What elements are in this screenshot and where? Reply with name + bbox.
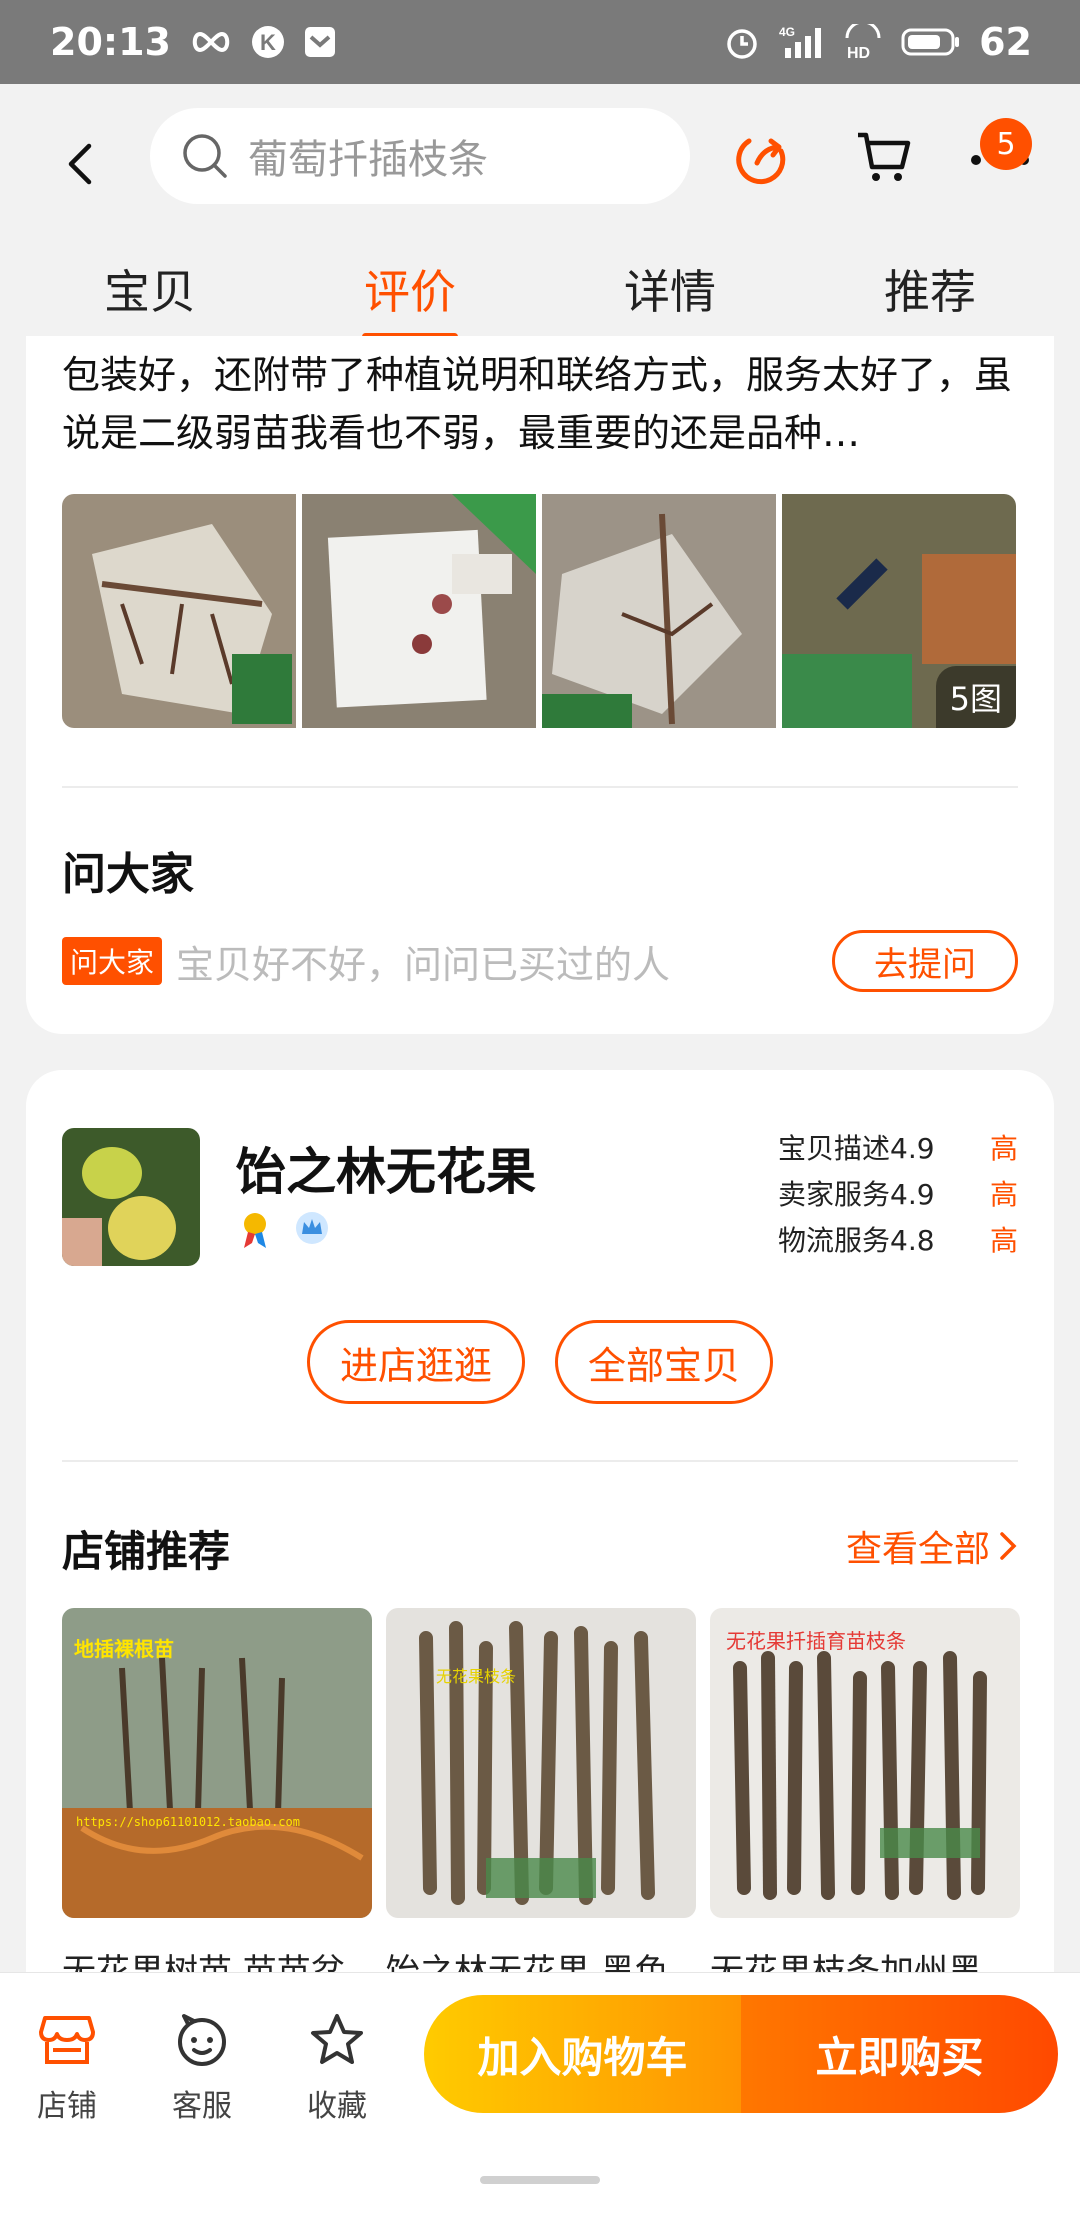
score-row: 卖家服务4.9 高 xyxy=(778,1172,1018,1218)
review-photos: 5图 xyxy=(62,494,1016,728)
customer-service-button[interactable]: 客服 xyxy=(157,2009,247,2125)
hd-icon: HD xyxy=(843,24,883,60)
shop-badges xyxy=(238,1210,330,1250)
tab-xiangqing[interactable]: 详情 xyxy=(594,246,746,332)
search-icon xyxy=(183,134,227,178)
score-label: 卖家服务 xyxy=(778,1178,891,1211)
score-level: 高 xyxy=(989,1132,1018,1165)
ask-hint[interactable]: 宝贝好不好，问问已买过的人 xyxy=(176,934,670,989)
review-photo[interactable]: 5图 xyxy=(782,494,1016,728)
store-button[interactable]: 店铺 xyxy=(22,2009,112,2125)
battery-level: 62 xyxy=(979,20,1032,64)
review-photo[interactable] xyxy=(302,494,536,728)
divider xyxy=(62,1460,1018,1462)
status-right: 4G HD 62 xyxy=(723,20,1032,64)
score-value: 4.9 xyxy=(890,1132,935,1165)
svg-text:K: K xyxy=(260,30,276,55)
view-all-link[interactable]: 查看全部 xyxy=(846,1520,1018,1572)
service-icon xyxy=(157,2009,247,2071)
shop-scores: 宝贝描述4.9 高 卖家服务4.9 高 物流服务4.8 高 xyxy=(778,1126,1018,1264)
store-icon xyxy=(22,2009,112,2071)
star-icon xyxy=(292,2009,382,2071)
shop-buttons: 进店逛逛 全部宝贝 xyxy=(26,1320,1054,1404)
score-value: 4.8 xyxy=(890,1224,935,1257)
cart-icon[interactable] xyxy=(848,122,918,192)
tab-tuijian[interactable]: 推荐 xyxy=(854,246,1006,332)
ask-question-button[interactable]: 去提问 xyxy=(832,930,1018,992)
ask-row: 问大家 宝贝好不好，问问已买过的人 去提问 xyxy=(62,930,1018,992)
mail-app-icon xyxy=(303,25,337,59)
status-time: 20:13 xyxy=(50,20,171,64)
recommend-list: 地插裸根苗 https://shop61101012.taobao.com 无花… xyxy=(62,1608,1020,1984)
score-value: 4.9 xyxy=(890,1178,935,1211)
recommend-item[interactable]: 无花果扦插育苗枝条 无花果枝条加州黑 xyxy=(710,1608,1020,1984)
medal-icon xyxy=(244,1213,266,1248)
score-label: 宝贝描述 xyxy=(778,1132,891,1165)
battery-icon xyxy=(901,27,961,57)
recommend-image: 地插裸根苗 https://shop61101012.taobao.com xyxy=(62,1608,372,1918)
tab-bar: 宝贝 评价 详情 推荐 xyxy=(0,234,1080,344)
svg-text:HD: HD xyxy=(847,45,870,60)
shop-card: 饴之林无花果 宝贝描述4.9 高 卖家服务4.9 高 物流服务4.8 高 进店逛… xyxy=(26,1070,1054,2000)
score-row: 物流服务4.8 高 xyxy=(778,1218,1018,1264)
all-items-button[interactable]: 全部宝贝 xyxy=(555,1320,773,1404)
share-icon[interactable] xyxy=(728,122,798,192)
add-to-cart-button[interactable]: 加入购物车 xyxy=(424,1995,741,2113)
purchase-buttons: 加入购物车 立即购买 xyxy=(424,1995,1058,2113)
message-count-badge: 5 xyxy=(980,118,1032,170)
favorite-button[interactable]: 收藏 xyxy=(292,2009,382,2125)
back-button[interactable] xyxy=(55,134,105,194)
divider xyxy=(62,786,1018,788)
crown-icon xyxy=(296,1212,328,1244)
recommend-image-url: https://shop61101012.taobao.com xyxy=(76,1815,300,1829)
bottom-action-bar: 店铺 客服 收藏 加入购物车 立即购买 xyxy=(0,1972,1080,2232)
recommend-title: 店铺推荐 xyxy=(62,1527,231,1576)
review-photo[interactable] xyxy=(542,494,776,728)
status-left: 20:13 K xyxy=(50,20,337,64)
recommend-image-caption: 无花果扦插育苗枝条 xyxy=(726,1629,906,1653)
chevron-right-icon xyxy=(1000,1532,1017,1560)
review-card: 包装好，还附带了种植说明和联络方式，服务太好了，虽说是二级弱苗我看也不弱，最重要… xyxy=(26,336,1054,1034)
ask-title: 问大家 xyxy=(62,849,194,900)
buy-now-button[interactable]: 立即购买 xyxy=(741,1995,1058,2113)
photo-count-badge: 5图 xyxy=(935,666,1016,728)
recommend-item[interactable]: 无花果枝条 饴之林无花果 黑色 xyxy=(386,1608,696,1984)
score-label: 物流服务 xyxy=(778,1224,891,1257)
store-label: 店铺 xyxy=(37,2089,97,2124)
tab-baobei[interactable]: 宝贝 xyxy=(74,246,226,332)
score-row: 宝贝描述4.9 高 xyxy=(778,1126,1018,1172)
score-level: 高 xyxy=(989,1178,1018,1211)
favorite-label: 收藏 xyxy=(307,2089,367,2124)
ask-tag: 问大家 xyxy=(62,937,163,985)
recommend-image-caption: 无花果枝条 xyxy=(436,1667,516,1686)
view-all-label: 查看全部 xyxy=(845,1529,990,1570)
signal-4g-icon: 4G xyxy=(779,24,825,60)
enter-shop-button[interactable]: 进店逛逛 xyxy=(307,1320,525,1404)
shop-avatar[interactable] xyxy=(62,1128,200,1266)
status-bar: 20:13 K 4G HD 62 xyxy=(0,0,1080,84)
search-input[interactable]: 葡萄扦插枝条 xyxy=(150,108,690,204)
chevron-left-icon xyxy=(68,143,92,185)
recommend-image: 无花果枝条 xyxy=(386,1608,696,1918)
score-level: 高 xyxy=(989,1224,1018,1257)
alarm-icon xyxy=(723,23,761,61)
recommend-image-caption: 地插裸根苗 xyxy=(74,1637,174,1661)
home-indicator[interactable] xyxy=(480,2176,600,2184)
shop-name[interactable]: 饴之林无花果 xyxy=(236,1132,536,1204)
k-app-icon: K xyxy=(251,25,285,59)
infinity-icon xyxy=(189,30,233,54)
service-label: 客服 xyxy=(172,2089,232,2124)
svg-text:4G: 4G xyxy=(779,25,795,39)
review-photo[interactable] xyxy=(62,494,296,728)
search-placeholder: 葡萄扦插枝条 xyxy=(248,137,488,183)
recommend-image: 无花果扦插育苗枝条 xyxy=(710,1608,1020,1918)
tab-pingjia[interactable]: 评价 xyxy=(334,246,486,340)
review-text[interactable]: 包装好，还附带了种植说明和联络方式，服务太好了，虽说是二级弱苗我看也不弱，最重要… xyxy=(62,346,1022,462)
recommend-item[interactable]: 地插裸根苗 https://shop61101012.taobao.com 无花… xyxy=(62,1608,372,1984)
